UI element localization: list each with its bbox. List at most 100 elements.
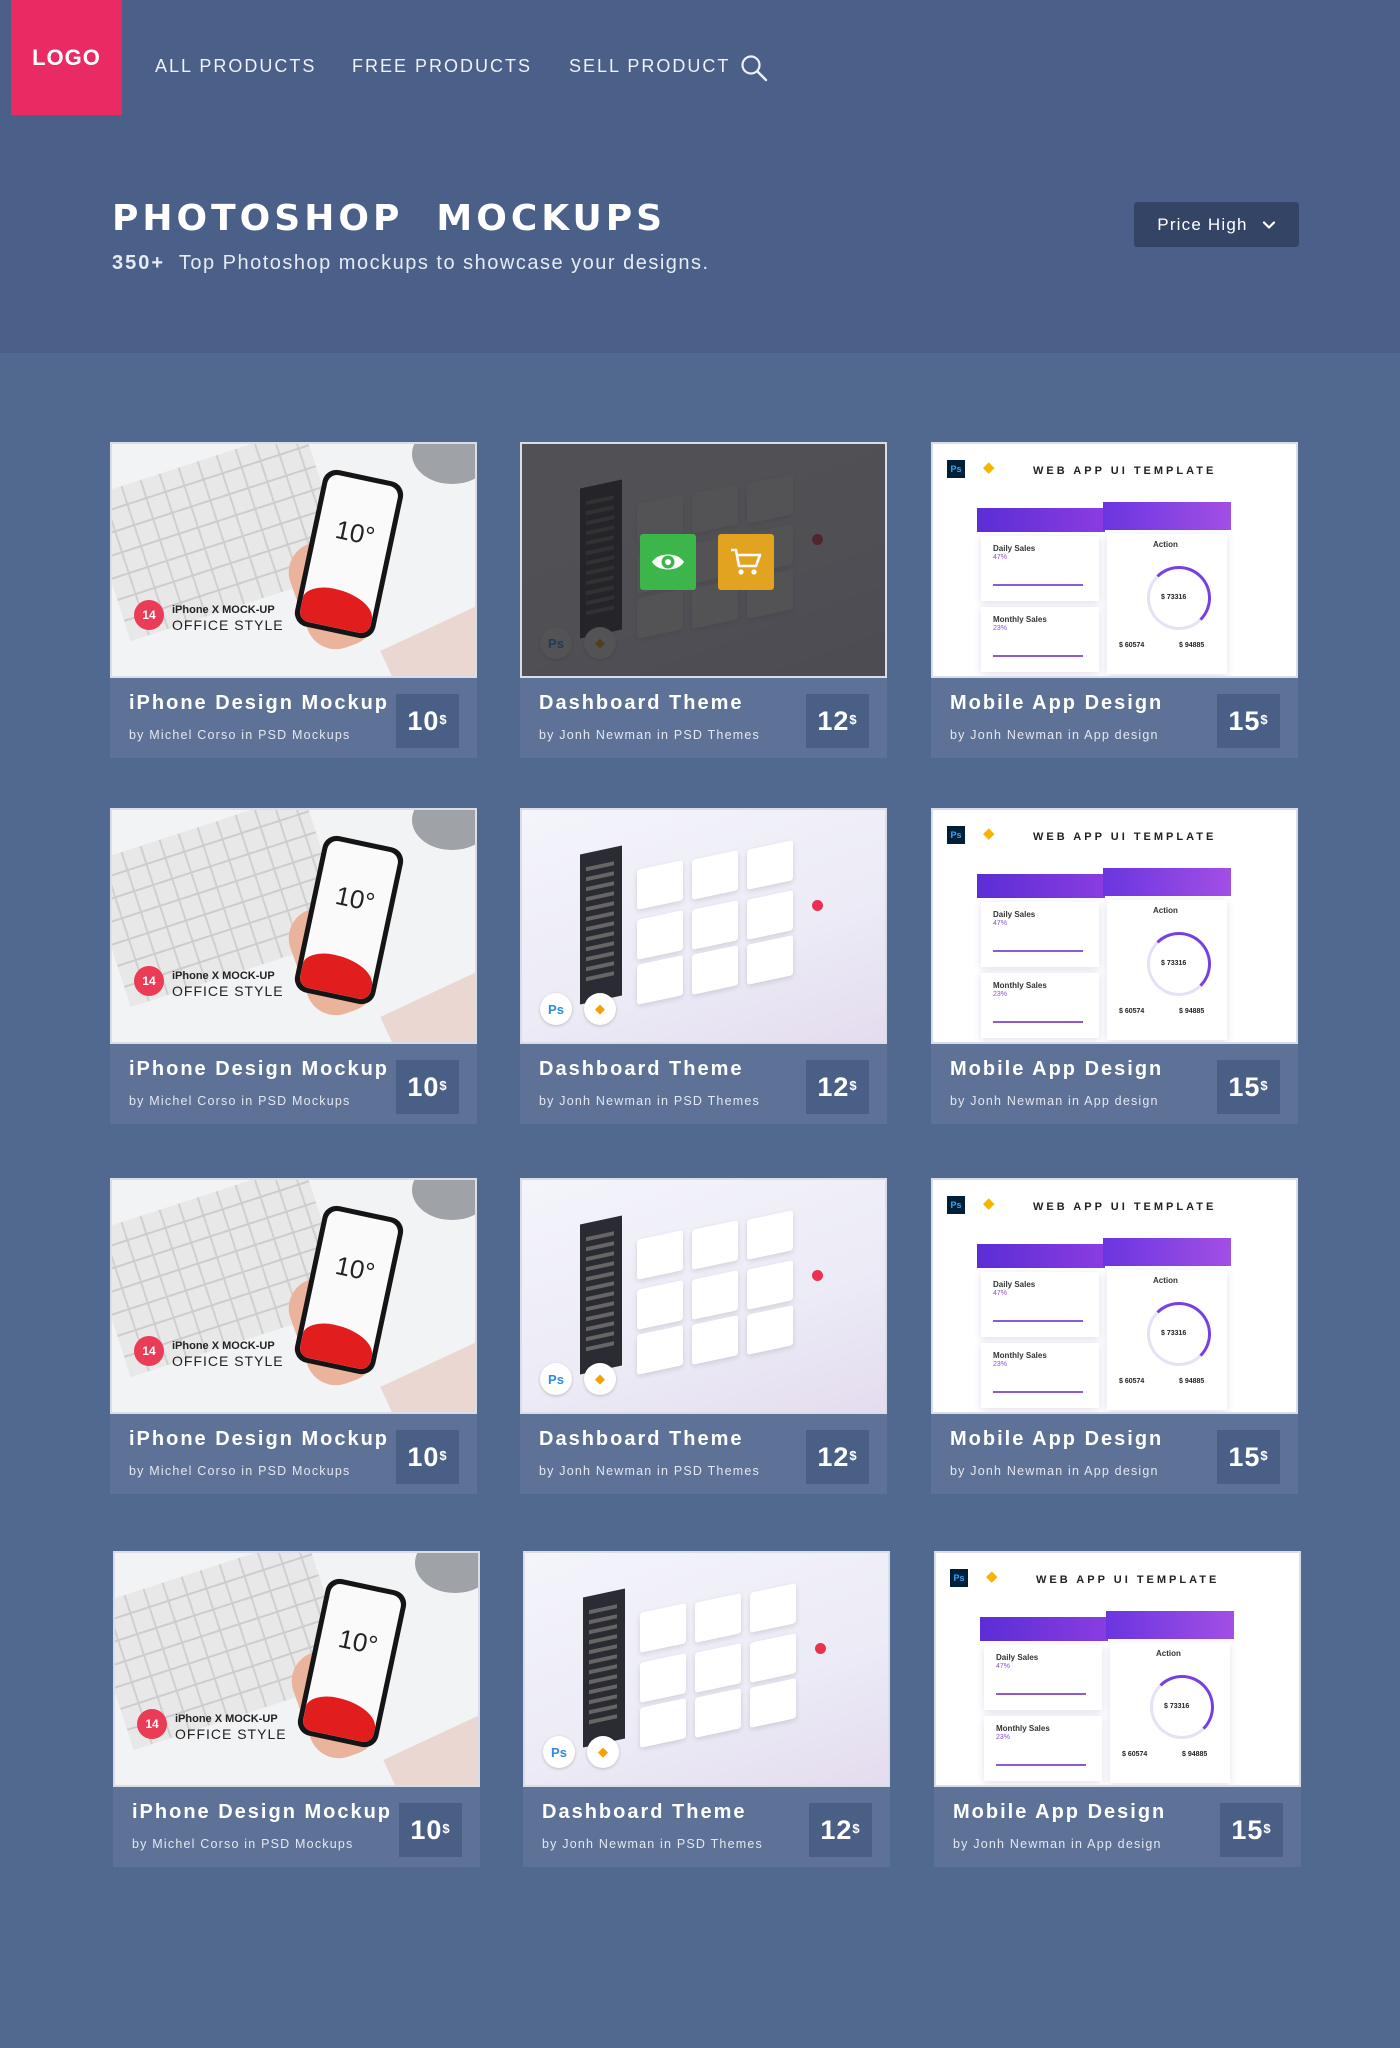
sidebar-line [589,1694,617,1705]
product-title[interactable]: Mobile App Design [950,1058,1163,1081]
price-tag[interactable]: 10 $ [396,1060,459,1114]
nav-sell-product[interactable]: SELL PRODUCT [569,56,730,77]
monthly-sales-percent: 23% [993,1361,1008,1368]
preview-button[interactable] [640,534,696,590]
nav-all-products[interactable]: ALL PRODUCTS [155,56,316,77]
product-thumbnail[interactable]: 10° 14 iPhone X MOCK-UP OFFICE STYLE [110,442,477,678]
product-title[interactable]: iPhone Design Mockup [129,1428,389,1451]
price-tag[interactable]: 10 $ [396,1430,459,1484]
left-amount: $ 60574 [1119,1008,1145,1015]
product-thumbnail[interactable]: Ps ◆ [523,1551,890,1787]
price-tag[interactable]: 12 $ [806,1430,869,1484]
product-card[interactable]: 10° 14 iPhone X MOCK-UP OFFICE STYLE iPh… [110,1178,477,1494]
price-currency: $ [439,1447,448,1463]
product-title[interactable]: Mobile App Design [953,1801,1166,1824]
sidebar-line [586,1341,614,1352]
webapp-header-bar [1103,868,1231,896]
product-card[interactable]: Ps ◆ Dashboard Theme by Jonh Newman in P… [523,1551,890,1867]
ring-total: $ 73316 [1161,960,1187,967]
price-tag[interactable]: 12 $ [809,1803,872,1857]
sidebar-line [589,1654,617,1665]
product-thumbnail[interactable]: Ps ◆ WEB APP UI TEMPLATE Daily Sales 47%… [934,1551,1301,1787]
product-card[interactable]: 10° 14 iPhone X MOCK-UP OFFICE STYLE iPh… [110,442,477,758]
product-thumbnail[interactable]: 10° 14 iPhone X MOCK-UP OFFICE STYLE [113,1551,480,1787]
product-title[interactable]: Dashboard Theme [539,1428,743,1451]
sidebar-line [586,871,614,882]
product-title[interactable]: iPhone Design Mockup [129,692,389,715]
monthly-sales-percent: 23% [993,991,1008,998]
monthly-sales-percent: 23% [996,1734,1011,1741]
price-currency: $ [849,1077,858,1093]
monthly-sales-panel: Monthly Sales 23% [984,1716,1102,1781]
price-tag[interactable]: 10 $ [396,694,459,748]
product-thumbnail[interactable]: 10° 14 iPhone X MOCK-UP OFFICE STYLE [110,1178,477,1414]
price-tag[interactable]: 12 $ [806,694,869,748]
sidebar-line [586,941,614,952]
product-thumbnail[interactable]: Ps ◆ WEB APP UI TEMPLATE Daily Sales 47%… [931,808,1298,1044]
mouse-image [412,810,475,850]
product-card[interactable]: Ps ◆ Dashboard Theme by Jonh Newman in P… [520,1178,887,1494]
product-card[interactable]: Ps ◆ WEB APP UI TEMPLATE Daily Sales 47%… [934,1551,1301,1867]
product-thumbnail[interactable]: Ps ◆ WEB APP UI TEMPLATE Daily Sales 47%… [931,442,1298,678]
monthly-sales-panel: Monthly Sales 23% [981,973,1099,1038]
phone-wave [298,948,377,1001]
phone-temperature: 10° [332,514,378,552]
sketch-icon: ◆ [584,993,616,1025]
price-tag[interactable]: 12 $ [806,1060,869,1114]
product-card[interactable]: Ps ◆ WEB APP UI TEMPLATE Daily Sales 47%… [931,442,1298,758]
phone-temperature: 10° [332,1250,378,1288]
price-tag[interactable]: 15 $ [1220,1803,1283,1857]
product-title[interactable]: Dashboard Theme [539,1058,743,1081]
mockup-caption-style: OFFICE STYLE [172,983,284,999]
phone-wave [298,1318,377,1371]
product-card[interactable]: 10° 14 iPhone X MOCK-UP OFFICE STYLE iPh… [113,1551,480,1867]
product-card[interactable]: Ps ◆ WEB APP UI TEMPLATE Daily Sales 47%… [931,808,1298,1124]
price-value: 10 [407,1441,440,1472]
sleeve-image [380,604,475,676]
monthly-sales-bar [993,655,1083,657]
product-thumbnail[interactable]: Ps ◆ [520,442,887,678]
search-icon[interactable] [740,54,768,82]
price-tag[interactable]: 15 $ [1217,1060,1280,1114]
logo[interactable]: LOGO [11,0,122,115]
product-thumbnail[interactable]: Ps ◆ [520,1178,887,1414]
product-title[interactable]: Mobile App Design [950,692,1163,715]
product-thumbnail[interactable]: Ps ◆ [520,808,887,1044]
product-card[interactable]: Ps ◆ Dashboard Theme by Jonh Newman in P… [520,808,887,1124]
product-title[interactable]: Dashboard Theme [542,1801,746,1824]
product-title[interactable]: Dashboard Theme [539,692,743,715]
sleeve-image [380,1340,475,1412]
product-thumbnail[interactable]: Ps ◆ WEB APP UI TEMPLATE Daily Sales 47%… [931,1178,1298,1414]
mockup-badge: 14 [134,966,164,996]
add-to-cart-button[interactable] [718,534,774,590]
price-tag[interactable]: 10 $ [399,1803,462,1857]
eye-icon [652,554,684,570]
mockup-caption-style: OFFICE STYLE [175,1726,287,1742]
price-tag[interactable]: 15 $ [1217,694,1280,748]
price-tag[interactable]: 15 $ [1217,1430,1280,1484]
photoshop-icon: Ps [947,826,965,844]
sidebar-line [589,1664,617,1675]
product-title[interactable]: iPhone Design Mockup [132,1801,392,1824]
price-currency: $ [1263,1820,1272,1836]
nav-free-products[interactable]: FREE PRODUCTS [352,56,532,77]
monthly-sales-bar [996,1764,1086,1766]
product-card[interactable]: Ps ◆ WEB APP UI TEMPLATE Daily Sales 47%… [931,1178,1298,1494]
price-currency: $ [852,1820,861,1836]
product-title[interactable]: Mobile App Design [950,1428,1163,1451]
product-card[interactable]: 10° 14 iPhone X MOCK-UP OFFICE STYLE iPh… [110,808,477,1124]
product-title[interactable]: iPhone Design Mockup [129,1058,389,1081]
price-value: 10 [407,705,440,736]
sort-dropdown[interactable]: Price High [1134,202,1299,247]
mouse-image [412,444,475,484]
product-info: Mobile App Design by Jonh Newman in App … [931,678,1298,758]
product-thumbnail[interactable]: 10° 14 iPhone X MOCK-UP OFFICE STYLE [110,808,477,1044]
sidebar-line [589,1644,617,1655]
sketch-icon: ◆ [986,1568,998,1585]
subtitle-text: Top Photoshop mockups to showcase your d… [165,252,710,274]
monthly-sales-bar [993,1391,1083,1393]
webapp-header-bar [977,874,1105,898]
right-amount: $ 94885 [1179,1378,1205,1385]
product-card[interactable]: Ps ◆ Dashboard Theme by Jonh Newman in P… [520,442,887,758]
price-currency: $ [1260,711,1269,727]
